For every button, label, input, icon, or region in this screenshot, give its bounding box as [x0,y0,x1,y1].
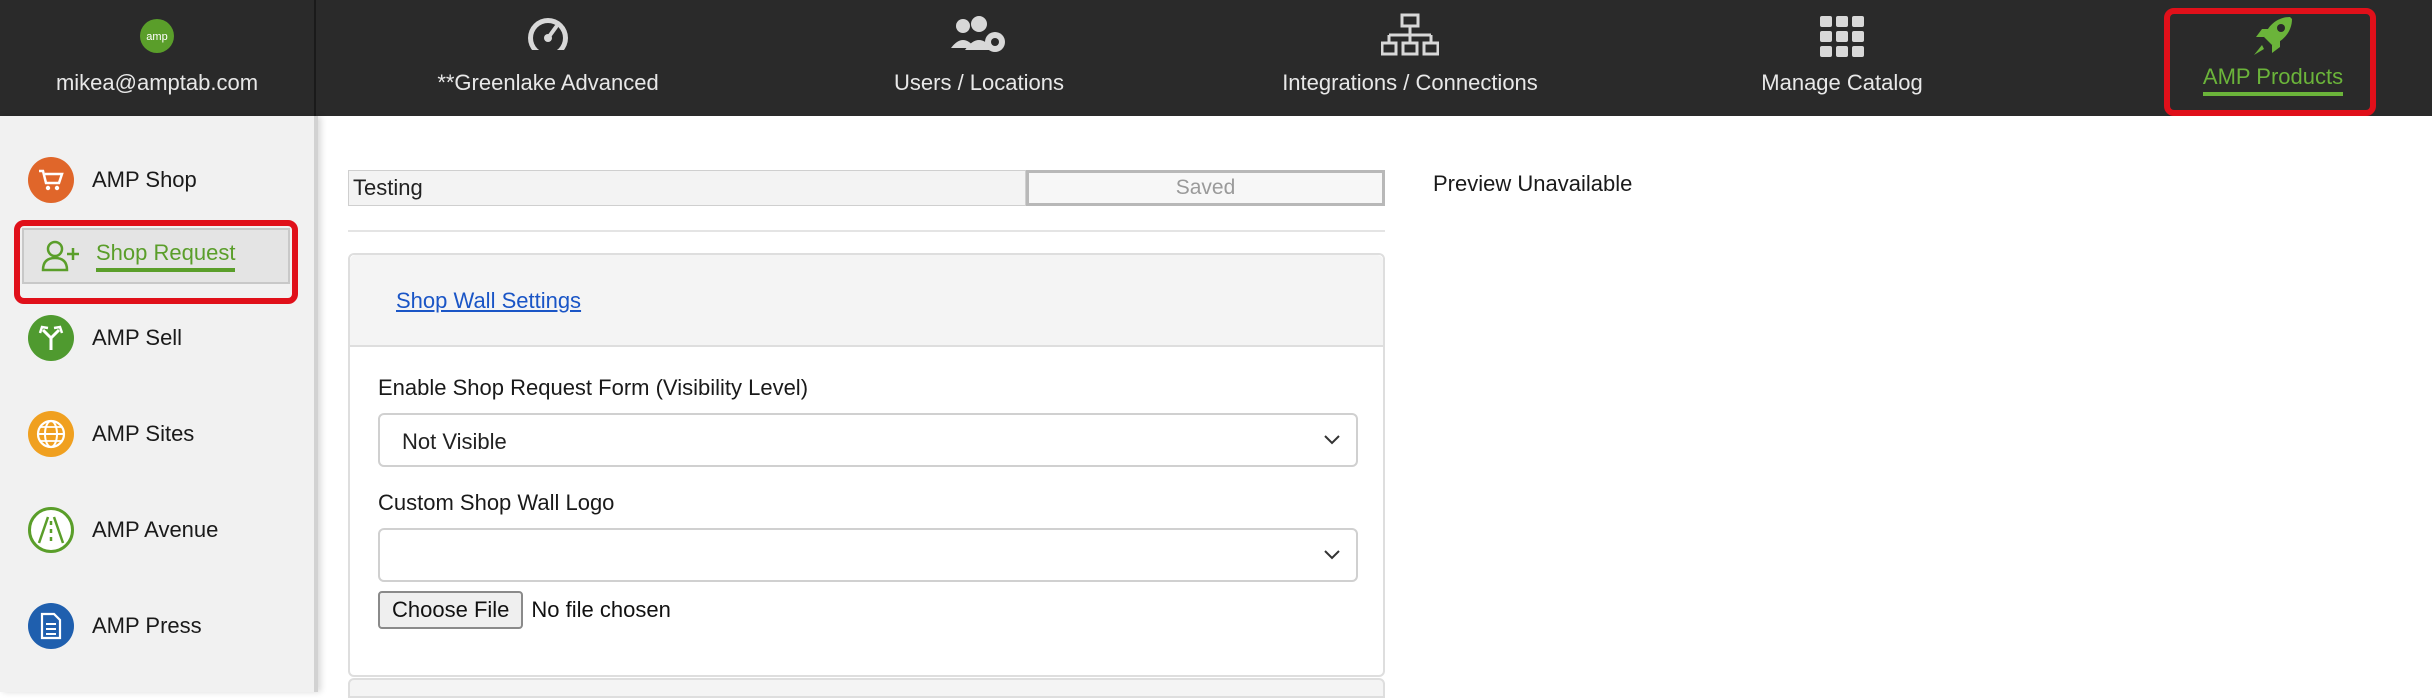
amp-logo-icon: amp [139,14,175,58]
sidebar-item-amp-sites[interactable]: AMP Sites [0,402,314,466]
sidebar-item-label: AMP Sell [92,325,183,350]
sidebar-item-label: AMP Avenue [92,517,219,542]
road-icon [28,507,74,553]
grid-icon [1819,14,1865,58]
custom-logo-label: Custom Shop Wall Logo [378,490,615,515]
visibility-level-select[interactable]: Not Visible [378,413,1358,467]
chevron-down-icon [1322,544,1342,569]
nav-label: Integrations / Connections [1282,70,1538,95]
sidebar: AMP Shop Shop Request AMP Sell AMP Sites… [0,116,318,692]
dashboard-gauge-icon [522,14,574,58]
shop-wall-settings-link[interactable]: Shop Wall Settings [396,288,581,314]
chevron-down-icon [1322,429,1342,454]
choose-file-button[interactable]: Choose File [378,591,524,629]
sidebar-item-amp-press[interactable]: AMP Press [0,594,314,658]
nav-manage-catalog[interactable]: Manage Catalog [1720,0,1964,116]
custom-logo-select[interactable] [378,528,1358,582]
sidebar-item-amp-shop[interactable]: AMP Shop [0,148,314,212]
highlight-box-amp-products [2164,8,2376,116]
nav-integrations-connections[interactable]: Integrations / Connections [1270,0,1550,116]
panel-header: Shop Wall Settings [350,255,1383,347]
shop-request-name-input[interactable] [348,170,1026,206]
network-icon [1381,13,1439,58]
sidebar-item-label: AMP Sites [92,421,195,446]
sidebar-item-label: AMP Press [92,613,202,638]
sidebar-item-amp-sell[interactable]: AMP Sell [0,306,314,370]
globe-icon [28,411,74,457]
next-panel-edge [348,678,1385,698]
nav-users-locations[interactable]: Users / Locations [834,0,1124,116]
users-gear-icon [949,14,1009,58]
nav-divider [314,0,316,116]
sidebar-item-amp-avenue[interactable]: AMP Avenue [0,498,314,562]
sidebar-item-label: AMP Shop [92,167,197,192]
nav-label: Users / Locations [894,70,1064,95]
highlight-box-shop-request [14,220,298,304]
document-icon [28,603,74,649]
file-status-text: No file chosen [531,597,671,622]
account-email: mikea@amptab.com [55,70,259,95]
svg-text:amp: amp [146,31,167,43]
file-upload: Choose File No file chosen [378,591,671,629]
nav-label: **Greenlake Advanced [437,70,659,95]
account-menu[interactable]: amp mikea@amptab.com [0,0,314,116]
cart-icon [28,157,74,203]
nav-greenlake-advanced[interactable]: **Greenlake Advanced [400,0,696,116]
divider [348,230,1385,232]
branch-arrows-icon [28,315,74,361]
nav-label: Manage Catalog [1761,70,1923,95]
select-value: Not Visible [402,429,507,454]
shop-wall-settings-panel: Shop Wall Settings Enable Shop Request F… [348,253,1385,677]
top-navigation-bar: amp mikea@amptab.com **Greenlake Advance… [0,0,2432,116]
visibility-level-label: Enable Shop Request Form (Visibility Lev… [378,375,809,400]
preview-status: Preview Unavailable [1433,171,1633,196]
saved-button[interactable]: Saved [1026,170,1385,206]
